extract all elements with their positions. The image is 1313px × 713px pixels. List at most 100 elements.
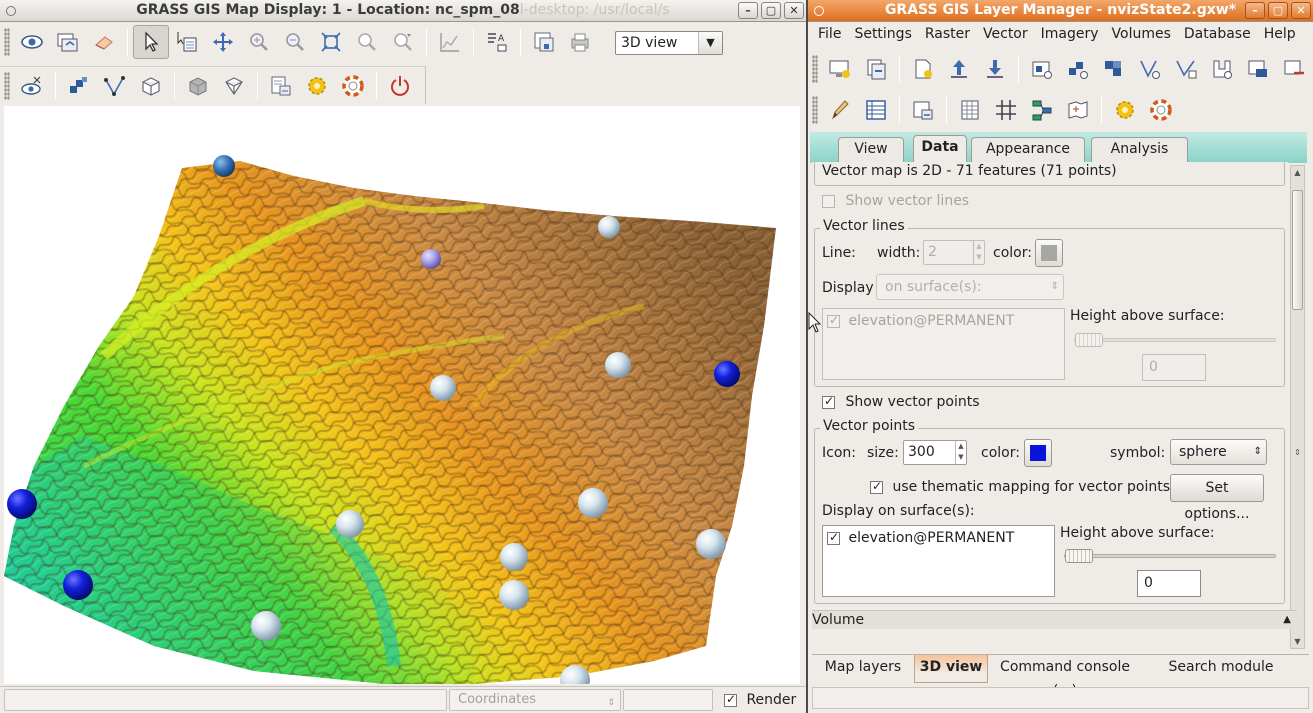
help-icon[interactable] — [1143, 93, 1179, 127]
menu-raster[interactable]: Raster — [925, 26, 979, 42]
point-height-slider[interactable] — [1064, 549, 1276, 563]
spinner-arrows-icon[interactable]: ▲ ▼ — [973, 241, 984, 264]
slider-knob[interactable] — [1065, 549, 1093, 563]
tab-analysis[interactable]: Analysis — [1091, 137, 1188, 162]
window-menu-icon[interactable] — [814, 6, 824, 16]
zoom-back-icon[interactable] — [349, 25, 385, 59]
open-workspace-icon[interactable] — [941, 52, 977, 86]
menu-volumes[interactable]: Volumes — [1112, 26, 1180, 42]
add-raster-icon[interactable] — [1024, 52, 1060, 86]
save-image-icon[interactable] — [526, 25, 562, 59]
slider-knob[interactable] — [1075, 333, 1103, 347]
light-icon[interactable] — [180, 69, 216, 103]
point-surface-list[interactable]: elevation@PERMANENT — [822, 525, 1055, 597]
toolbar-grip[interactable] — [4, 28, 10, 56]
vector-icon[interactable] — [97, 69, 133, 103]
add-raster-misc-icon[interactable] — [1060, 52, 1096, 86]
save-workspace-icon[interactable] — [977, 52, 1013, 86]
line-surface-checkbox[interactable] — [827, 313, 840, 328]
print-icon[interactable] — [562, 25, 598, 59]
pan-icon[interactable] — [205, 25, 241, 59]
add-overlay-icon[interactable] — [1240, 52, 1276, 86]
symbol-select[interactable]: sphere ⇕ — [1170, 439, 1267, 465]
erase-icon[interactable] — [86, 25, 122, 59]
maximize-button[interactable]: ▢ — [761, 2, 781, 19]
toolbar-grip[interactable] — [812, 55, 818, 83]
toolbar-grip[interactable] — [4, 71, 10, 100]
expand-up-icon[interactable]: ▲ — [1283, 611, 1291, 629]
display-icon[interactable] — [14, 25, 50, 59]
show-vector-lines-checkbox[interactable]: Show vector lines — [822, 193, 969, 209]
surface-icon[interactable] — [61, 69, 97, 103]
toolbar-grip[interactable] — [812, 96, 818, 124]
line-width-spinner[interactable]: 2 ▲ ▼ — [923, 240, 985, 265]
set-options-button[interactable]: Set options... — [1170, 474, 1264, 522]
animation-icon[interactable] — [263, 69, 299, 103]
point-surface-item[interactable]: elevation@PERMANENT — [827, 530, 1014, 546]
view-mode-select[interactable]: 3D view ▼ — [615, 31, 723, 55]
remove-layer-icon[interactable] — [1276, 52, 1312, 86]
preferences-icon[interactable] — [1107, 93, 1143, 127]
menu-database[interactable]: Database — [1184, 26, 1260, 42]
add-group-icon[interactable] — [1204, 52, 1240, 86]
minimize-button[interactable]: – — [738, 2, 758, 19]
zoom-out-icon[interactable] — [277, 25, 313, 59]
close-button[interactable]: ✕ — [1291, 2, 1311, 19]
grid-icon[interactable] — [988, 93, 1024, 127]
line-color-button[interactable] — [1035, 239, 1063, 267]
close-button[interactable]: ✕ — [784, 2, 804, 19]
tab-3d-view[interactable]: 3D view — [914, 655, 988, 683]
scroll-up-icon[interactable]: ▲ — [1291, 168, 1304, 177]
cmd-file-icon[interactable] — [905, 93, 941, 127]
zoom-in-icon[interactable] — [241, 25, 277, 59]
show-vector-points-box[interactable] — [822, 394, 835, 409]
thematic-mapping-checkbox[interactable]: use thematic mapping for vector points — [870, 479, 1170, 495]
menu-imagery[interactable]: Imagery — [1041, 26, 1108, 42]
menu-vector[interactable]: Vector — [983, 26, 1037, 42]
ps-map-icon[interactable] — [1060, 93, 1096, 127]
tab-view[interactable]: View — [838, 137, 904, 162]
point-surface-checkbox[interactable] — [827, 530, 840, 545]
overlay-icon[interactable]: A — [479, 25, 515, 59]
add-shaded-icon[interactable] — [1096, 52, 1132, 86]
settings-icon[interactable] — [299, 69, 335, 103]
window-menu-icon[interactable] — [6, 6, 16, 16]
add-vector-misc-icon[interactable] — [1168, 52, 1204, 86]
point-color-button[interactable] — [1024, 439, 1052, 467]
coordinates-select[interactable]: Coordinates ⇕ — [449, 689, 621, 711]
map-canvas[interactable] — [4, 106, 800, 684]
menu-file[interactable]: File — [818, 26, 850, 42]
maximize-button[interactable]: ▢ — [1268, 2, 1288, 19]
tab-command-console[interactable]: Command console (...) — [990, 655, 1140, 699]
zoom-extent-icon[interactable] — [313, 25, 349, 59]
show-vector-lines-box[interactable] — [822, 194, 835, 208]
tab-data[interactable]: Data — [913, 135, 967, 164]
view-icon[interactable] — [14, 69, 50, 103]
line-height-input[interactable]: 0 — [1142, 354, 1206, 381]
tab-appearance[interactable]: Appearance — [971, 137, 1085, 162]
map-display-titlebar[interactable]: GRASS GIS Map Display: 1 - Location: nc_… — [0, 0, 806, 22]
add-vector-icon[interactable] — [1132, 52, 1168, 86]
analyze-icon[interactable] — [432, 25, 468, 59]
line-surface-item[interactable]: elevation@PERMANENT — [827, 313, 1014, 329]
tab-map-layers[interactable]: Map layers — [815, 655, 911, 683]
query-icon[interactable] — [169, 25, 205, 59]
line-height-slider[interactable] — [1074, 333, 1276, 347]
attribute-table-icon[interactable] — [858, 93, 894, 127]
panel-scrollbar[interactable]: ▲ ⇕ ▼ — [1290, 165, 1305, 649]
spinner-arrows-icon[interactable]: ▲ ▼ — [955, 441, 966, 464]
new-workspace-icon[interactable] — [905, 52, 941, 86]
tab-search-module[interactable]: Search module — [1164, 655, 1278, 683]
new-display-icon[interactable] — [822, 52, 858, 86]
render-checkbox-box[interactable] — [724, 692, 737, 707]
modeler-icon[interactable] — [1024, 93, 1060, 127]
line-surface-list[interactable]: elevation@PERMANENT — [822, 308, 1065, 380]
render-checkbox[interactable]: Render — [724, 692, 796, 708]
volume-icon[interactable] — [133, 69, 169, 103]
zoom-menu-icon[interactable] — [385, 25, 421, 59]
point-size-spinner[interactable]: 300 ▲ ▼ — [903, 440, 967, 465]
workspace-icon[interactable] — [858, 52, 894, 86]
pointer-icon[interactable] — [133, 25, 169, 59]
help-icon[interactable] — [335, 69, 371, 103]
minimize-button[interactable]: – — [1245, 2, 1265, 19]
